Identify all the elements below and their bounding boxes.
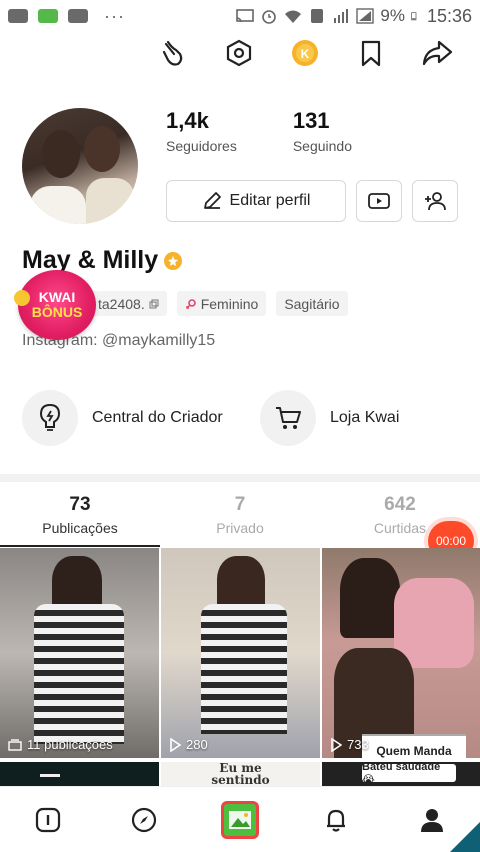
quick-links: Central do Criador Loja Kwai xyxy=(22,390,480,446)
gender-tag: Feminino xyxy=(176,291,267,316)
video-tile[interactable] xyxy=(0,762,159,786)
tab-likes-label: Curtidas xyxy=(373,520,427,536)
discover-icon[interactable] xyxy=(120,796,168,844)
notifications-icon[interactable] xyxy=(312,796,360,844)
bottom-navigation xyxy=(0,786,480,852)
copy-icon xyxy=(149,299,159,308)
corner-overlay-icon xyxy=(450,822,480,852)
active-tab-indicator xyxy=(0,545,160,547)
video-tile[interactable]: Quem Manda 733 xyxy=(322,548,480,758)
zodiac-text: Sagitário xyxy=(284,295,340,312)
video-caption: Quem Manda xyxy=(362,734,466,758)
video-grid-row-2: Eu me sentindo Bateu saudade 😭 xyxy=(0,762,480,786)
clock: 15:36 xyxy=(426,5,472,26)
signal-icon-2 xyxy=(356,8,375,24)
hexagon-settings-icon[interactable] xyxy=(222,36,256,70)
youtube-app-icon xyxy=(68,9,88,23)
video-call-app-icon xyxy=(8,9,28,23)
video-text-line-2: sentindo xyxy=(211,773,270,786)
views-label: 733 xyxy=(330,737,369,752)
video-tile[interactable]: 11 publicações xyxy=(0,548,159,758)
video-icon xyxy=(368,193,390,209)
bonus-line-2: BÔNUS xyxy=(31,304,83,320)
battery-icon xyxy=(411,12,417,21)
pencil-icon xyxy=(203,192,221,209)
share-icon[interactable] xyxy=(420,36,454,70)
add-user-icon xyxy=(425,192,446,211)
video-caption: Bateu saudade 😭 xyxy=(362,762,456,786)
profile-stats: 1,4k Seguidores 131 Seguindo xyxy=(166,108,352,154)
followers-count: 1,4k xyxy=(166,108,209,133)
video-tile[interactable]: Bateu saudade 😭 xyxy=(322,762,480,786)
kwai-bonus-badge[interactable]: KWAI BÔNUS xyxy=(18,270,96,340)
views-count: 280 xyxy=(186,737,208,752)
following-label: Seguindo xyxy=(292,138,352,154)
status-bar: ··· 9% 15:36 xyxy=(0,0,480,32)
followers-label: Seguidores xyxy=(166,138,237,154)
female-icon xyxy=(186,298,196,309)
views-label: 280 xyxy=(169,737,208,752)
tab-private[interactable]: 7 Privado xyxy=(160,482,320,548)
more-notifications-icon: ··· xyxy=(104,5,125,26)
notification-app-icon xyxy=(38,9,58,23)
following-stat[interactable]: 131 Seguindo xyxy=(293,108,352,154)
profile-icon[interactable] xyxy=(408,796,456,844)
followers-stat[interactable]: 1,4k Seguidores xyxy=(166,108,237,154)
lightbulb-icon xyxy=(39,403,61,431)
tab-likes-count: 642 xyxy=(384,494,416,515)
video-tile[interactable]: 280 xyxy=(161,548,320,758)
video-button[interactable] xyxy=(356,180,402,222)
creator-center-icon-wrap xyxy=(22,390,78,446)
verified-badge-icon xyxy=(164,251,183,270)
signal-icon xyxy=(334,9,349,23)
edit-profile-button[interactable]: Editar perfil xyxy=(166,180,346,222)
tab-publications-count: 73 xyxy=(69,494,91,515)
edit-profile-label: Editar perfil xyxy=(229,192,311,209)
kwai-shop-label: Loja Kwai xyxy=(330,409,400,426)
tab-private-count: 7 xyxy=(234,494,246,515)
kwai-coin-icon[interactable]: K xyxy=(288,36,322,70)
creator-center-label: Central do Criador xyxy=(92,409,223,426)
bookmark-icon[interactable] xyxy=(354,36,388,70)
home-icon[interactable] xyxy=(24,796,72,844)
collection-icon xyxy=(8,738,22,751)
svg-text:K: K xyxy=(301,47,310,61)
bonus-line-1: KWAI xyxy=(38,289,76,305)
sim-icon xyxy=(311,9,324,23)
tab-publications-label: Publicações xyxy=(42,520,118,536)
profile-toolbar: K xyxy=(156,36,454,70)
play-icon xyxy=(331,737,342,752)
tab-private-label: Privado xyxy=(216,520,264,536)
zodiac-tag: Sagitário xyxy=(276,291,348,316)
video-tile[interactable]: Eu me sentindo xyxy=(161,762,320,786)
hand-wave-icon[interactable] xyxy=(156,36,190,70)
views-count: 733 xyxy=(347,737,369,752)
coin-icon xyxy=(14,290,30,306)
avatar[interactable] xyxy=(22,108,138,224)
tab-publications[interactable]: 73 Publicações xyxy=(0,482,160,548)
add-friend-button[interactable] xyxy=(412,180,458,222)
creator-center-link[interactable]: Central do Criador xyxy=(22,390,260,446)
video-grid: 11 publicações 280 Quem Manda 733 xyxy=(0,548,480,784)
following-count: 131 xyxy=(292,108,330,133)
section-divider xyxy=(0,474,480,482)
gender-text: Feminino xyxy=(200,295,259,312)
collection-count: 11 publicações xyxy=(27,737,113,752)
battery-percent: 9% xyxy=(380,6,405,25)
profile-name-text: May & Milly xyxy=(22,246,159,274)
cast-icon xyxy=(236,9,255,23)
shopping-cart-icon xyxy=(276,407,301,429)
content-tabs: 73 Publicações 7 Privado 642 Curtidas xyxy=(0,482,480,548)
kwai-id-text: ta2408. xyxy=(98,295,145,312)
kwai-shop-icon-wrap xyxy=(260,390,316,446)
alarm-icon xyxy=(262,10,277,24)
kwai-shop-link[interactable]: Loja Kwai xyxy=(260,390,480,446)
wifi-icon xyxy=(285,10,302,23)
collection-label: 11 publicações xyxy=(8,737,113,752)
camera-icon[interactable] xyxy=(216,796,264,844)
play-icon xyxy=(170,737,181,752)
